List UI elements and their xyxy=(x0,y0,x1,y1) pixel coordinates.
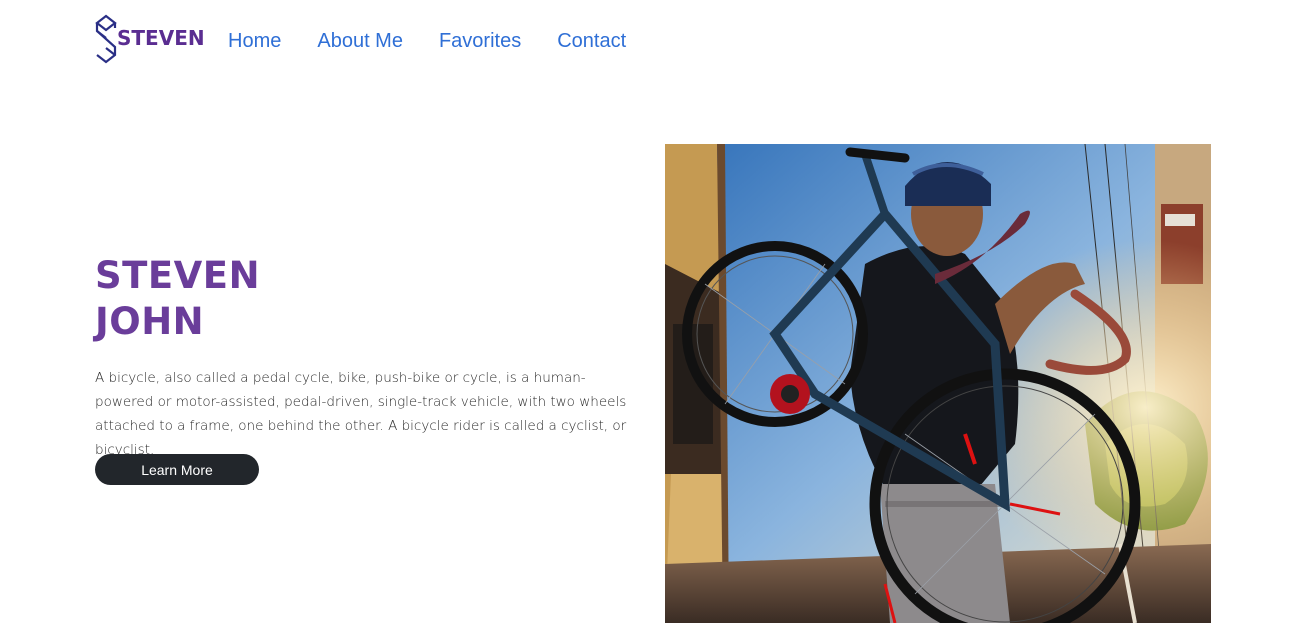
page: STEVEN Home About Me Favorites Contact S… xyxy=(0,0,1305,623)
hero-description: A bicycle, also called a pedal cycle, bi… xyxy=(95,370,627,458)
brand-name: STEVEN xyxy=(117,25,205,50)
learn-more-button[interactable]: Learn More xyxy=(95,454,259,485)
cyclist-photo-illustration xyxy=(665,144,1211,623)
nav-home[interactable]: Home xyxy=(228,28,281,54)
nav-contact[interactable]: Contact xyxy=(557,28,626,54)
main-nav: Home About Me Favorites Contact xyxy=(228,28,662,54)
brand-logo[interactable]: STEVEN xyxy=(94,14,205,64)
nav-favorites[interactable]: Favorites xyxy=(439,28,521,54)
nav-about-me[interactable]: About Me xyxy=(317,28,403,54)
hero-image xyxy=(665,144,1211,623)
hero-title-first-name: STEVEN xyxy=(95,254,261,297)
s-monogram-icon xyxy=(95,14,117,64)
hero-title: STEVEN JOHN xyxy=(95,253,260,345)
hero-title-last-name: JOHN xyxy=(95,300,205,343)
site-header: STEVEN Home About Me Favorites Contact xyxy=(0,0,1305,82)
